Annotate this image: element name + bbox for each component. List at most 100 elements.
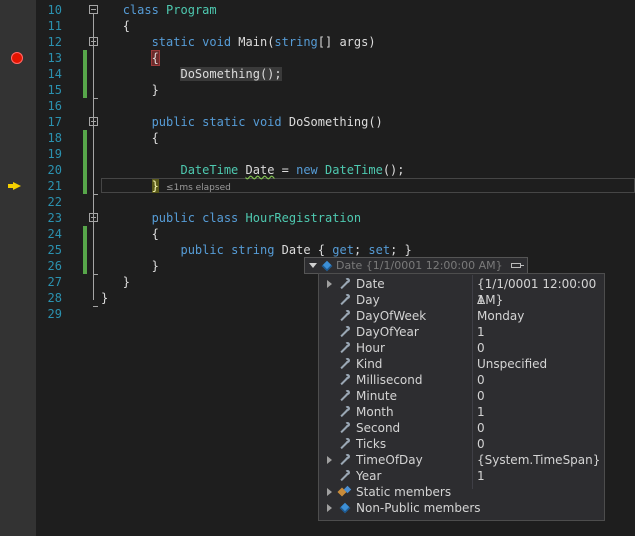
collapse-triangle-icon[interactable] (309, 263, 317, 268)
line-number: 29 (47, 307, 62, 321)
code-line-28[interactable]: } (101, 290, 108, 306)
datatip-row-name: Minute (356, 389, 397, 403)
datatip-row-value[interactable]: 1 (477, 324, 485, 340)
code-line-23[interactable]: public class HourRegistration (101, 210, 362, 226)
brace: } (122, 275, 130, 289)
brace: } (151, 259, 159, 273)
code-line-10[interactable]: class Program (101, 2, 217, 18)
datatip-row-value[interactable]: 1 (477, 468, 485, 484)
expand-triangle-icon[interactable] (327, 280, 332, 288)
datatip-row[interactable]: Year 1 (319, 468, 604, 484)
line-number: 16 (47, 99, 62, 113)
code-line-12[interactable]: static void Main(string[] args) (101, 34, 376, 50)
datatip-row[interactable]: Kind Unspecified (319, 356, 604, 372)
change-bar (83, 130, 87, 194)
datatip-row-value[interactable]: 1 (477, 404, 485, 420)
datatip-row-name: Ticks (356, 437, 387, 451)
line-number: 14 (47, 67, 62, 81)
line-number: 15 (47, 83, 62, 97)
variable-date[interactable]: Date (246, 163, 275, 177)
datatip-row-value[interactable]: Unspecified (477, 356, 547, 372)
line-number: 20 (47, 163, 62, 177)
datatip-row-name: TimeOfDay (356, 453, 423, 467)
parameters: [] args) (317, 35, 376, 49)
breakpoint-line-13[interactable] (0, 50, 36, 66)
indicator-margin[interactable] (0, 0, 36, 536)
wrench-icon (339, 326, 351, 338)
type-name: DateTime (180, 163, 239, 177)
perf-tip-elapsed[interactable]: ≤1ms elapsed (166, 183, 231, 193)
datatip-row[interactable]: Static members (319, 484, 604, 500)
line-number: 26 (47, 259, 62, 273)
code-line-11[interactable]: { (101, 18, 130, 34)
datatip-row[interactable]: Minute 0 (319, 388, 604, 404)
code-line-25[interactable]: public string Date { get; set; } (101, 242, 412, 258)
datatip-row-value[interactable]: 0 (477, 420, 485, 436)
code-line-20[interactable]: DateTime Date = new DateTime(); (101, 162, 404, 178)
datatip-row-value[interactable]: Monday (477, 308, 524, 324)
datatip-row[interactable]: DayOfYear 1 (319, 324, 604, 340)
datatip-row-value[interactable]: 0 (477, 340, 485, 356)
datatip-row[interactable]: Date {1/1/0001 12:00:00 AM} (319, 276, 604, 307)
keyword: set (368, 243, 391, 257)
datatip-row-value[interactable]: {System.TimeSpan} (477, 452, 600, 468)
code-line-24[interactable]: { (101, 226, 159, 242)
code-line-21[interactable]: } ≤1ms elapsed (101, 178, 231, 194)
datatip-row[interactable]: Ticks 0 (319, 436, 604, 452)
outline-guide (93, 14, 94, 300)
datatip-row[interactable]: Month 1 (319, 404, 604, 420)
wrench-icon (339, 454, 351, 466)
datatip-row[interactable]: Day 1 (319, 292, 604, 308)
datatip-row[interactable]: DayOfWeek Monday (319, 308, 604, 324)
keyword: static void (151, 35, 232, 49)
code-line-18[interactable]: { (101, 130, 159, 146)
static-members-icon (338, 486, 351, 498)
line-number: 10 (47, 3, 62, 17)
code-line-14[interactable]: DoSomething(); (101, 66, 282, 82)
wrench-icon (339, 390, 351, 402)
datatip-row[interactable]: Non-Public members (319, 500, 604, 516)
separator: ; (353, 243, 369, 257)
expand-triangle-icon[interactable] (327, 504, 332, 512)
method-name: Main( (238, 35, 275, 49)
datatip-row-value[interactable]: 1 (477, 292, 485, 308)
code-line-17[interactable]: public static void DoSomething() (101, 114, 383, 130)
keyword: string (274, 35, 318, 49)
breakpoint-icon[interactable] (11, 52, 23, 64)
code-line-27[interactable]: } (101, 274, 130, 290)
code-line-13[interactable]: { (101, 50, 160, 66)
wrench-icon (339, 470, 351, 482)
current-statement-line-21 (0, 178, 36, 194)
datatip-header-value[interactable]: {1/1/0001 12:00:00 AM} (366, 259, 503, 272)
line-number: 18 (47, 131, 62, 145)
datatip-row-name: Year (356, 469, 382, 483)
datatip-row-value[interactable]: 0 (477, 388, 485, 404)
collapse-toggle-icon[interactable] (89, 37, 98, 46)
collapse-toggle-icon[interactable] (89, 5, 98, 14)
statement: DoSomething(); (180, 67, 282, 81)
datatip-row[interactable]: Millisecond 0 (319, 372, 604, 388)
code-line-26[interactable]: } (101, 258, 159, 274)
keyword: public (180, 243, 224, 257)
datatip-row[interactable]: Second 0 (319, 420, 604, 436)
collapse-toggle-icon[interactable] (89, 117, 98, 126)
keyword: get (332, 243, 354, 257)
keyword: public class (151, 211, 239, 225)
line-number: 19 (47, 147, 62, 161)
outline-end (93, 306, 98, 307)
pin-icon[interactable] (510, 263, 524, 268)
datatip-row[interactable]: TimeOfDay {System.TimeSpan} (319, 452, 604, 468)
datatip-header[interactable]: Date {1/1/0001 12:00:00 AM} (304, 257, 528, 274)
code-line-15[interactable]: } (101, 82, 159, 98)
datatip-row-value[interactable]: 0 (477, 436, 485, 452)
datatip-panel[interactable]: Date {1/1/0001 12:00:00 AM} Day 1 DayOfWeek M… (318, 273, 605, 521)
expand-triangle-icon[interactable] (327, 456, 332, 464)
datatip-row-value[interactable]: 0 (477, 372, 485, 388)
collapse-toggle-icon[interactable] (89, 213, 98, 222)
outline-end (93, 274, 98, 275)
separator: ; } (390, 243, 412, 257)
line-number: 11 (47, 19, 62, 33)
datatip-row-name: Day (356, 293, 380, 307)
expand-triangle-icon[interactable] (327, 488, 332, 496)
datatip-row[interactable]: Hour 0 (319, 340, 604, 356)
